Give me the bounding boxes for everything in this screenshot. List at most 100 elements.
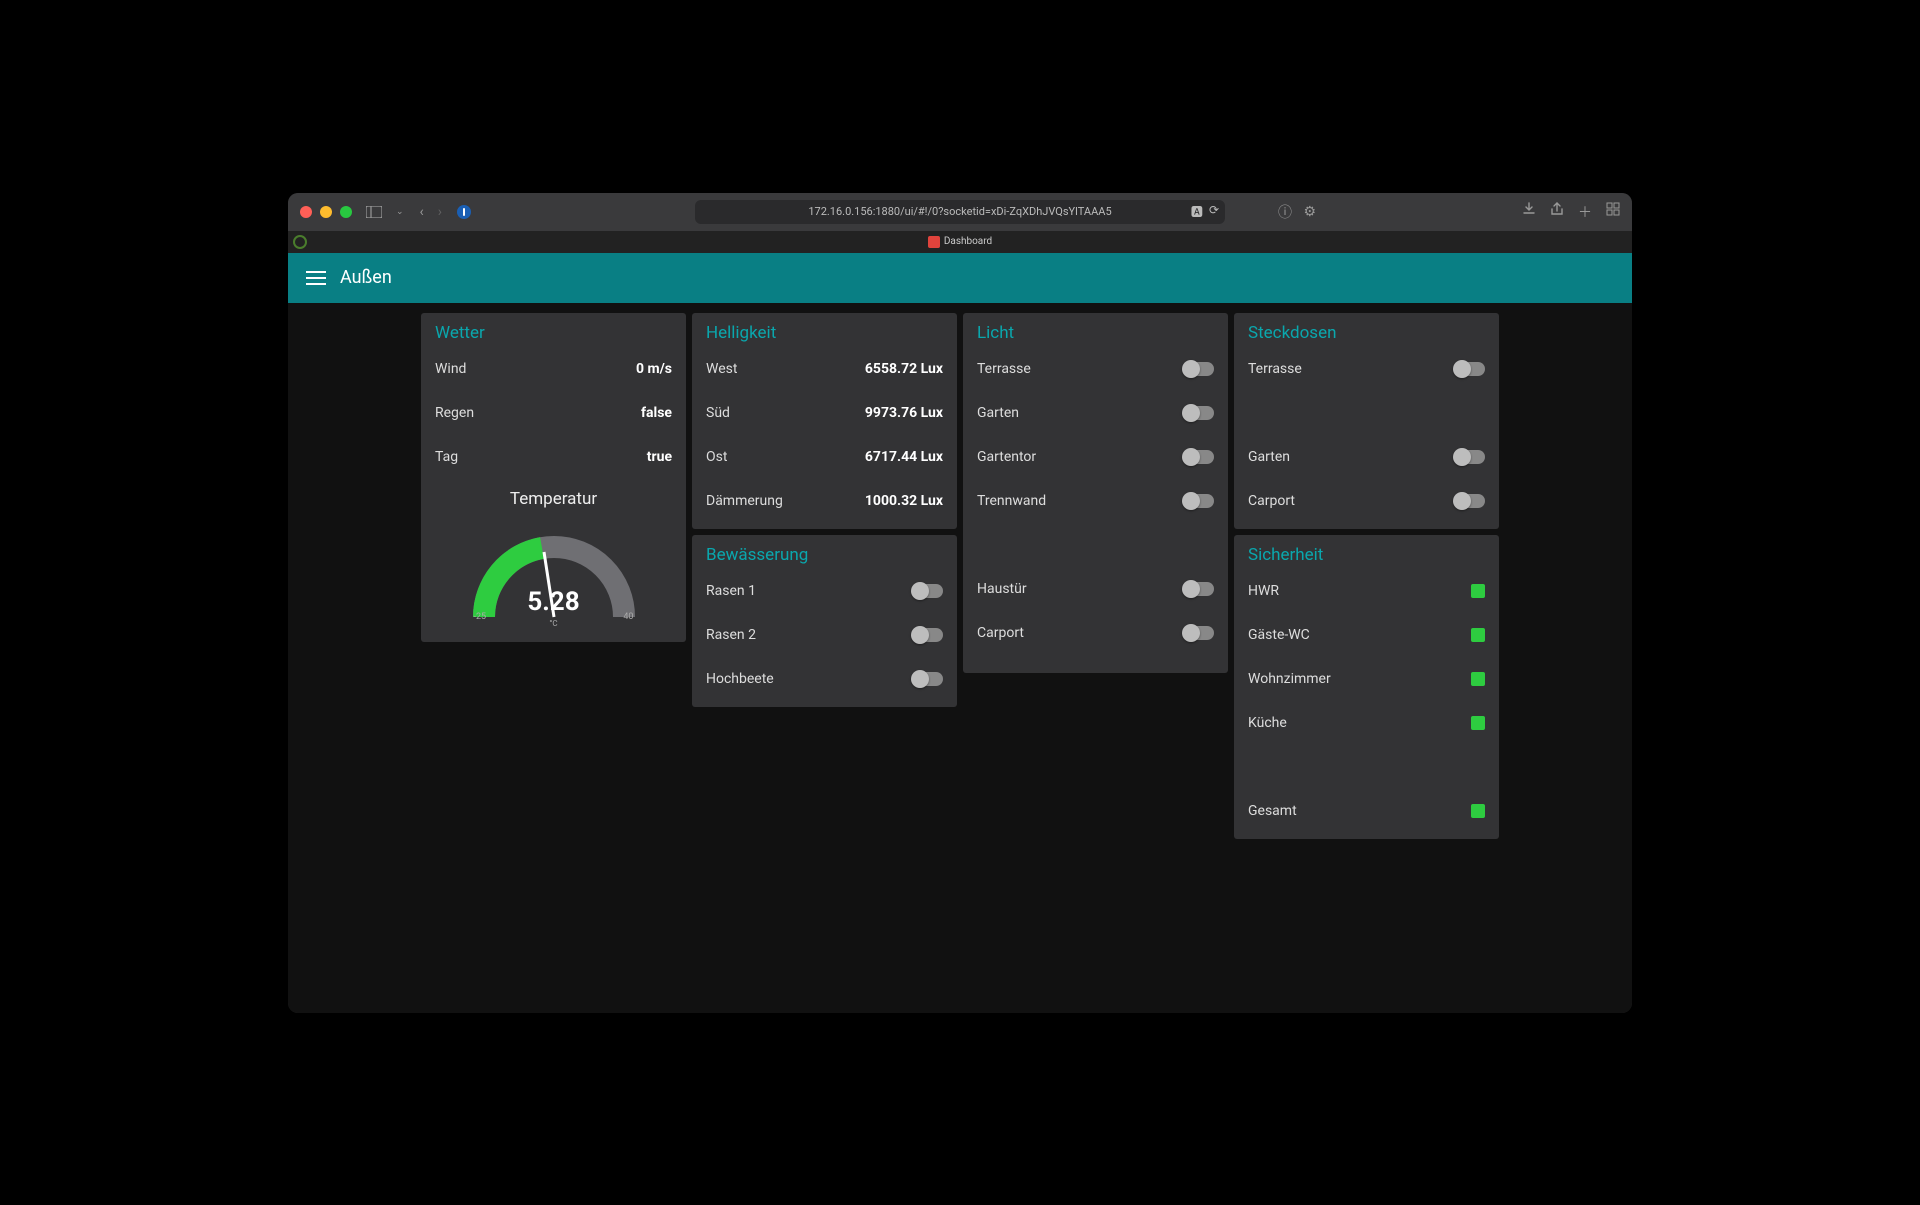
- tab-title[interactable]: Dashboard: [944, 236, 992, 247]
- toggle-steckdose-terrasse[interactable]: [1455, 362, 1485, 376]
- card-title-steckdosen: Steckdosen: [1248, 323, 1485, 343]
- close-window-button[interactable]: [300, 206, 312, 218]
- translate-icon[interactable]: 🅰: [1191, 203, 1203, 220]
- forward-button[interactable]: ›: [438, 204, 442, 220]
- row-sicherheit-3: Küche: [1248, 701, 1485, 745]
- toggle-steckdose-carport[interactable]: [1455, 494, 1485, 508]
- row-regen: Regen false: [435, 391, 672, 435]
- new-tab-icon[interactable]: ＋: [1578, 202, 1592, 222]
- licht-label-1: Garten: [977, 405, 1019, 421]
- row-sicherheit-2: Wohnzimmer: [1248, 657, 1485, 701]
- status-hwr: [1471, 584, 1485, 598]
- row-licht-3: Trennwand: [977, 479, 1214, 523]
- helligkeit-value-1: 9973.76 Lux: [865, 405, 943, 421]
- bewaesserung-label-0: Rasen 1: [706, 583, 756, 599]
- helligkeit-label-3: Dämmerung: [706, 493, 783, 509]
- row-steckdosen-0: Terrasse: [1248, 347, 1485, 391]
- row-licht-4: Haustür: [977, 567, 1214, 611]
- maximize-window-button[interactable]: [340, 206, 352, 218]
- licht-label-2: Gartentor: [977, 449, 1036, 465]
- toggle-steckdose-garten[interactable]: [1455, 450, 1485, 464]
- row-bewaesserung-1: Rasen 2: [706, 613, 943, 657]
- regen-label: Regen: [435, 405, 474, 421]
- url-text: 172.16.0.156:1880/ui/#!/0?socketid=xDi-Z…: [808, 205, 1111, 218]
- row-sicherheit-4: Gesamt: [1248, 789, 1485, 833]
- back-button[interactable]: ‹: [420, 204, 424, 220]
- helligkeit-label-0: West: [706, 361, 737, 377]
- helligkeit-label-1: Süd: [706, 405, 730, 421]
- row-helligkeit-3: Dämmerung 1000.32 Lux: [706, 479, 943, 523]
- tab-bar: Dashboard: [288, 231, 1632, 253]
- bewaesserung-label-2: Hochbeete: [706, 671, 774, 687]
- app-header: Außen: [288, 253, 1632, 303]
- licht-label-4: Haustür: [977, 581, 1027, 597]
- row-steckdosen-2: Carport: [1248, 479, 1485, 523]
- steckdosen-label-0: Terrasse: [1248, 361, 1302, 377]
- row-helligkeit-2: Ost 6717.44 Lux: [706, 435, 943, 479]
- toggle-licht-terrasse[interactable]: [1184, 362, 1214, 376]
- card-title-sicherheit: Sicherheit: [1248, 545, 1485, 565]
- card-licht: Licht Terrasse Garten Gartentor Tren: [963, 313, 1228, 673]
- toggle-rasen-2[interactable]: [913, 628, 943, 642]
- gauge-unit: °C: [435, 619, 672, 628]
- temperature-gauge: Temperatur 5.28 °C -25: [435, 479, 672, 636]
- reload-icon[interactable]: ⟳: [1209, 203, 1219, 220]
- status-gesamt: [1471, 804, 1485, 818]
- bewaesserung-label-1: Rasen 2: [706, 627, 756, 643]
- card-helligkeit: Helligkeit West 6558.72 Lux Süd 9973.76 …: [692, 313, 957, 529]
- steckdosen-label-1: Garten: [1248, 449, 1290, 465]
- helligkeit-value-2: 6717.44 Lux: [865, 449, 943, 465]
- row-helligkeit-0: West 6558.72 Lux: [706, 347, 943, 391]
- card-title-helligkeit: Helligkeit: [706, 323, 943, 343]
- share-icon[interactable]: [1550, 202, 1564, 222]
- card-wetter: Wetter Wind 0 m/s Regen false Tag true: [421, 313, 686, 642]
- status-wohnzimmer: [1471, 672, 1485, 686]
- pinned-tab[interactable]: [288, 231, 312, 253]
- privacy-report-icon[interactable]: ⓘ: [1278, 202, 1292, 222]
- card-sicherheit: Sicherheit HWR Gäste-WC Wohnzimmer K: [1234, 535, 1499, 839]
- row-tag: Tag true: [435, 435, 672, 479]
- row-licht-2: Gartentor: [977, 435, 1214, 479]
- sidebar-toggle-icon[interactable]: [366, 206, 382, 218]
- row-wind: Wind 0 m/s: [435, 347, 672, 391]
- licht-label-3: Trennwand: [977, 493, 1046, 509]
- toggle-licht-carport[interactable]: [1184, 626, 1214, 640]
- card-steckdosen: Steckdosen Terrasse Garten Carport: [1234, 313, 1499, 529]
- toggle-hochbeete[interactable]: [913, 672, 943, 686]
- toggle-licht-garten[interactable]: [1184, 406, 1214, 420]
- card-title-wetter: Wetter: [435, 323, 672, 343]
- settings-gear-icon[interactable]: ⚙: [1303, 204, 1316, 220]
- row-licht-1: Garten: [977, 391, 1214, 435]
- row-bewaesserung-0: Rasen 1: [706, 569, 943, 613]
- card-bewaesserung: Bewässerung Rasen 1 Rasen 2 Hochbeete: [692, 535, 957, 707]
- helligkeit-value-0: 6558.72 Lux: [865, 361, 943, 377]
- toggle-rasen-1[interactable]: [913, 584, 943, 598]
- status-kueche: [1471, 716, 1485, 730]
- toggle-licht-trennwand[interactable]: [1184, 494, 1214, 508]
- licht-label-0: Terrasse: [977, 361, 1031, 377]
- row-sicherheit-1: Gäste-WC: [1248, 613, 1485, 657]
- window-controls: [300, 206, 352, 218]
- row-sicherheit-0: HWR: [1248, 569, 1485, 613]
- regen-value: false: [641, 405, 672, 421]
- macos-titlebar: ⌄ ‹ › 172.16.0.156:1880/ui/#!/0?socketid…: [288, 193, 1632, 231]
- minimize-window-button[interactable]: [320, 206, 332, 218]
- sicherheit-label-2: Wohnzimmer: [1248, 671, 1331, 687]
- downloads-icon[interactable]: [1522, 202, 1536, 222]
- url-bar[interactable]: 172.16.0.156:1880/ui/#!/0?socketid=xDi-Z…: [695, 200, 1225, 224]
- toggle-licht-haustuer[interactable]: [1184, 582, 1214, 596]
- row-helligkeit-1: Süd 9973.76 Lux: [706, 391, 943, 435]
- status-gaeste-wc: [1471, 628, 1485, 642]
- gauge-min: -25: [474, 612, 487, 622]
- card-title-licht: Licht: [977, 323, 1214, 343]
- sicherheit-label-3: Küche: [1248, 715, 1287, 731]
- menu-icon[interactable]: [306, 271, 326, 285]
- browser-window: ⌄ ‹ › 172.16.0.156:1880/ui/#!/0?socketid…: [288, 193, 1632, 1013]
- dropdown-chevron-icon[interactable]: ⌄: [396, 207, 404, 217]
- password-manager-icon[interactable]: [456, 204, 472, 220]
- toggle-licht-gartentor[interactable]: [1184, 450, 1214, 464]
- steckdosen-label-2: Carport: [1248, 493, 1295, 509]
- tab-overview-icon[interactable]: [1606, 202, 1620, 222]
- gauge-value: 5.28: [435, 587, 672, 617]
- pinned-tab-icon: [293, 235, 307, 249]
